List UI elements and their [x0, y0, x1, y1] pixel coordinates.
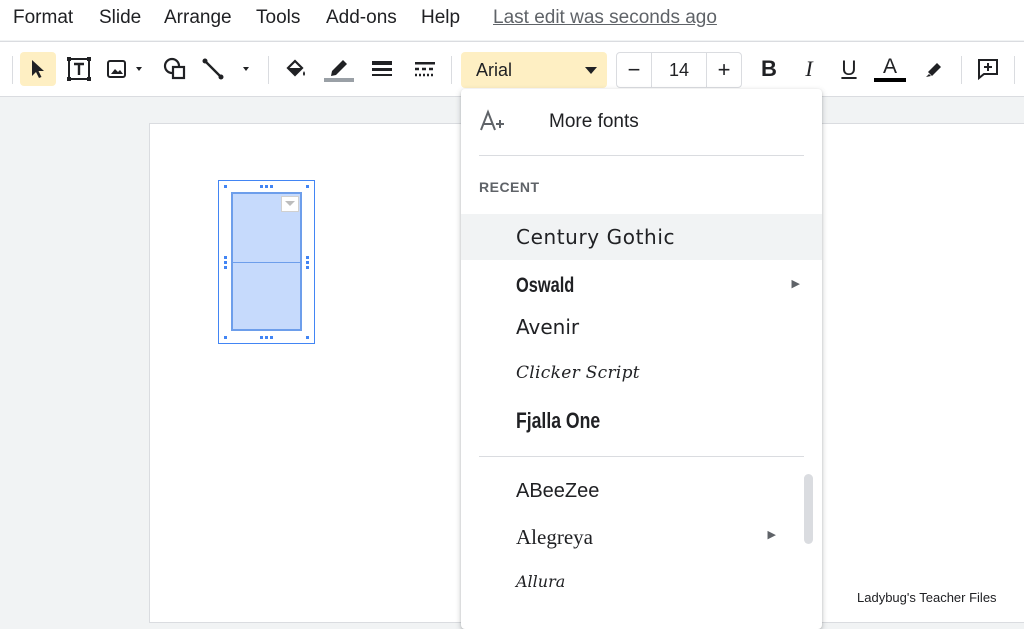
font-option-allura[interactable]: Allura [461, 561, 822, 607]
toolbar-divider [12, 56, 13, 84]
line-dash-icon [415, 62, 435, 77]
watermark: Ladybug's Teacher Files [857, 590, 997, 605]
border-dash-button[interactable] [409, 52, 441, 86]
border-color-button[interactable] [322, 52, 356, 86]
resize-handle[interactable] [224, 256, 227, 259]
font-option-clicker-script[interactable]: Clicker Script [461, 352, 822, 398]
toolbar-divider [268, 56, 269, 84]
add-font-icon [479, 109, 505, 139]
chevron-down-icon [585, 67, 597, 74]
resize-handle[interactable] [306, 336, 309, 339]
line-button[interactable] [199, 52, 261, 86]
table-row-divider [231, 262, 302, 263]
resize-handle[interactable] [265, 185, 268, 188]
font-option-abeezee[interactable]: ABeeZee [461, 469, 822, 515]
menu-help[interactable]: Help [421, 7, 460, 29]
line-icon [202, 58, 249, 80]
menu-add-ons[interactable]: Add-ons [326, 7, 397, 29]
resize-handle[interactable] [260, 336, 263, 339]
resize-handle[interactable] [224, 261, 227, 264]
italic-button[interactable]: I [794, 52, 824, 86]
menu-tools[interactable]: Tools [256, 7, 300, 29]
menu-arrange[interactable]: Arrange [164, 7, 232, 29]
submenu-arrow-icon: ▶ [767, 529, 776, 541]
font-family-value: Arial [476, 60, 513, 80]
decrease-font-size-button[interactable]: − [617, 53, 652, 87]
menu-bar: Format Slide Arrange Tools Add-ons Help … [0, 0, 1024, 40]
add-comment-icon [978, 59, 998, 81]
paint-bucket-icon [286, 59, 305, 77]
font-option-label: ABeeZee [516, 480, 600, 502]
menu-divider [479, 456, 804, 457]
cell-menu-button[interactable] [281, 196, 299, 212]
chevron-down-icon [285, 201, 295, 206]
font-option-label: Century Gothic [516, 225, 676, 249]
toolbar-divider [1014, 56, 1015, 84]
highlight-color-button[interactable] [918, 52, 950, 86]
cursor-arrow-icon [32, 60, 44, 78]
last-edit-link[interactable]: Last edit was seconds ago [493, 7, 717, 29]
image-icon [107, 60, 142, 78]
font-size-stepper: − 14 + [616, 52, 742, 88]
font-size-input[interactable]: 14 [653, 60, 705, 81]
resize-handle[interactable] [306, 266, 309, 269]
font-option-label: Oswald [516, 274, 575, 297]
insert-image-button[interactable] [103, 52, 151, 86]
submenu-arrow-icon: ▶ [791, 278, 800, 290]
resize-handle[interactable] [306, 185, 309, 188]
resize-handle[interactable] [224, 185, 227, 188]
toolbar-divider [451, 56, 452, 84]
font-option-fjalla-one[interactable]: Fjalla One [461, 397, 822, 443]
fill-color-button[interactable] [280, 52, 312, 86]
font-option-alegreya[interactable]: Alegreya ▶ [461, 514, 822, 560]
dropdown-scrollbar[interactable] [804, 474, 813, 544]
font-option-label: Alegreya [516, 525, 593, 549]
font-option-label: Fjalla One [516, 408, 601, 433]
menu-format[interactable]: Format [13, 7, 73, 29]
font-option-century-gothic[interactable]: Century Gothic [461, 214, 822, 260]
pencil-icon [324, 60, 354, 82]
resize-handle[interactable] [270, 336, 273, 339]
font-option-label: Clicker Script [516, 363, 640, 383]
border-weight-button[interactable] [366, 52, 398, 86]
resize-handle[interactable] [224, 266, 227, 269]
resize-handle[interactable] [270, 185, 273, 188]
highlighter-icon [926, 63, 941, 77]
shape-icon [163, 57, 186, 80]
text-color-letter: A [882, 55, 897, 78]
select-tool-button[interactable] [20, 52, 56, 86]
more-fonts-item[interactable]: More fonts [549, 111, 639, 133]
resize-handle[interactable] [224, 336, 227, 339]
resize-handle[interactable] [260, 185, 263, 188]
font-option-oswald[interactable]: Oswald ▶ [461, 263, 822, 309]
bold-button[interactable]: B [754, 52, 784, 86]
text-color-button[interactable]: A [872, 52, 908, 86]
resize-handle[interactable] [306, 261, 309, 264]
add-comment-button[interactable] [972, 52, 1004, 86]
menu-slide[interactable]: Slide [99, 7, 141, 29]
resize-handle[interactable] [265, 336, 268, 339]
resize-handle[interactable] [306, 256, 309, 259]
font-dropdown-menu: More fonts RECENT Century Gothic Oswald … [461, 89, 822, 629]
font-family-select[interactable]: Arial [461, 52, 607, 88]
recent-fonts-heading: RECENT [479, 179, 540, 195]
toolbar-divider [961, 56, 962, 84]
font-option-label: Allura [516, 572, 566, 591]
line-weight-icon [372, 61, 392, 76]
text-box-icon [67, 57, 91, 81]
increase-font-size-button[interactable]: + [706, 53, 741, 87]
shape-button[interactable] [158, 52, 192, 86]
text-color-swatch [874, 78, 906, 82]
font-option-avenir[interactable]: Avenir [461, 304, 822, 350]
menu-divider [479, 155, 804, 156]
text-box-button[interactable] [62, 52, 96, 86]
font-option-label: Avenir [516, 315, 580, 339]
underline-button[interactable]: U [834, 52, 864, 86]
